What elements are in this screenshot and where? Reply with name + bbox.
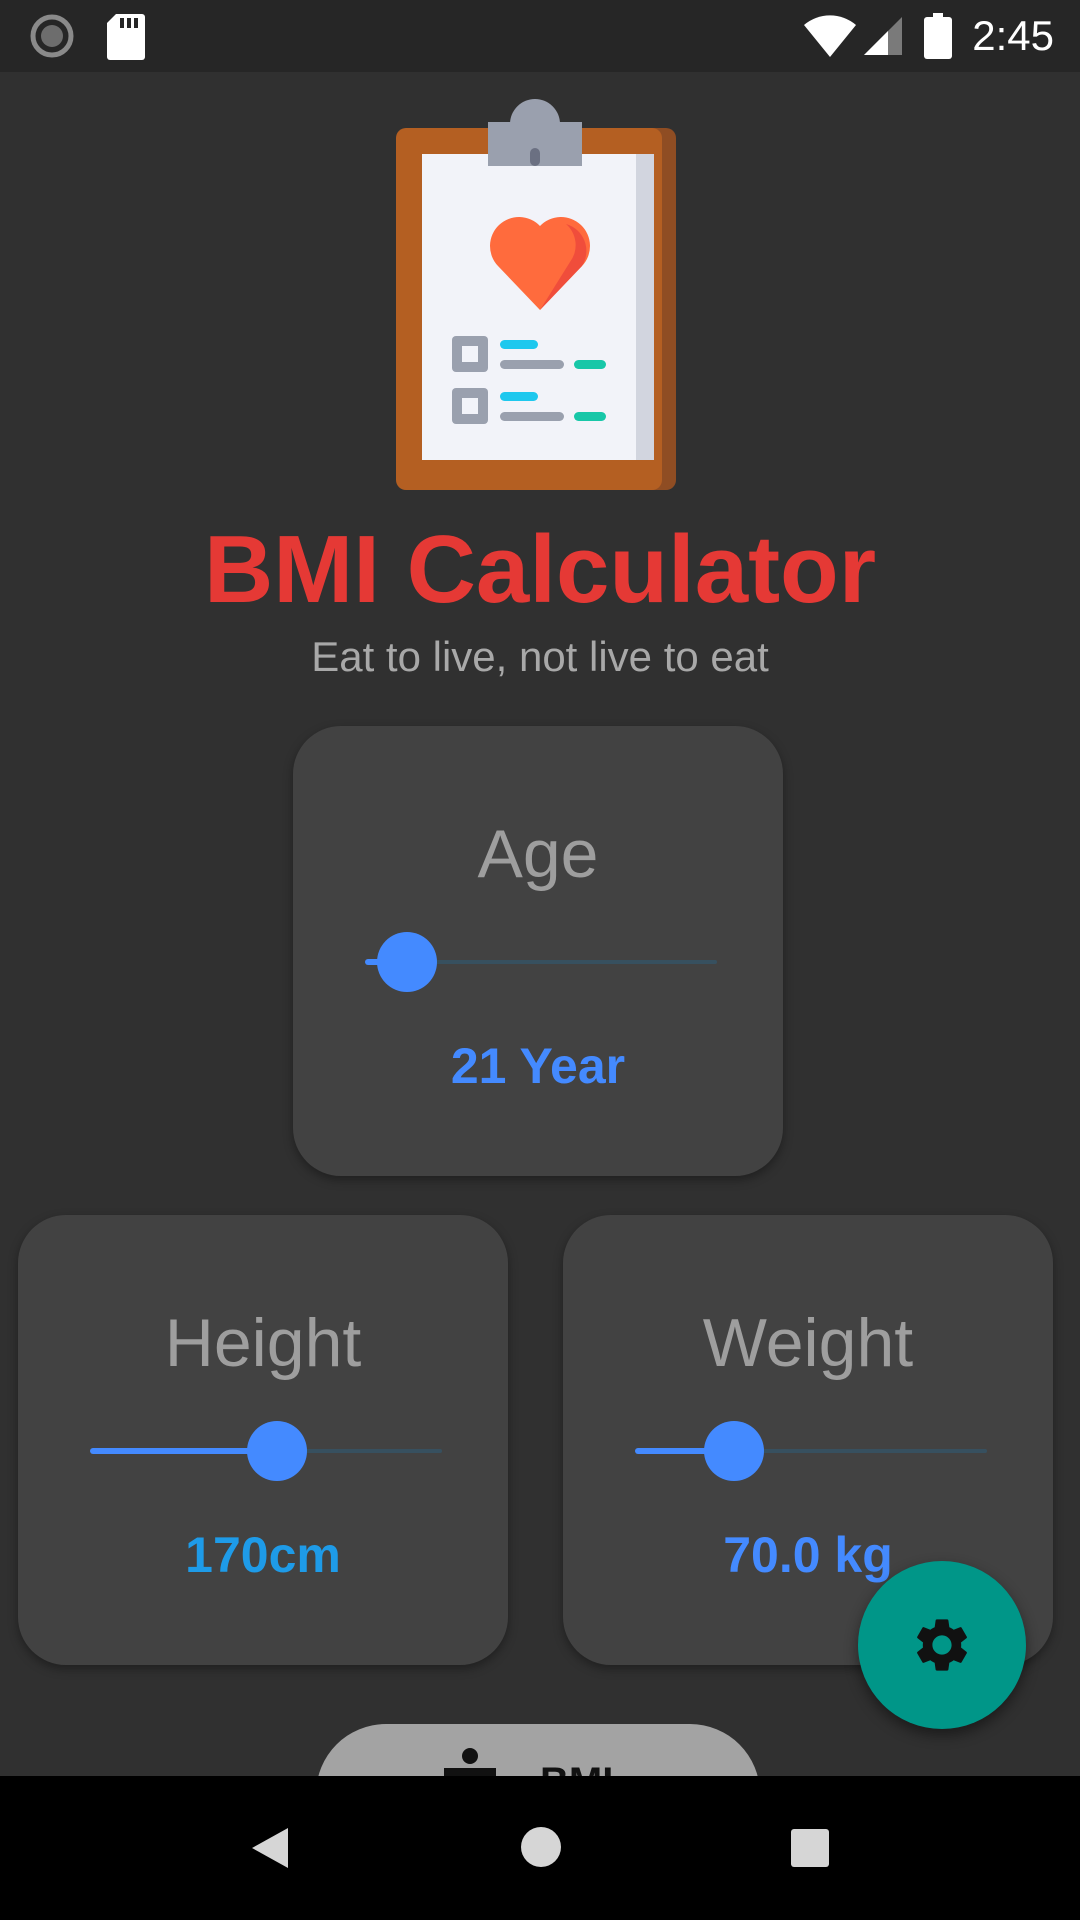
loading-indicator-icon — [30, 14, 74, 58]
settings-fab[interactable] — [858, 1561, 1026, 1729]
age-slider[interactable] — [365, 932, 717, 992]
battery-icon — [924, 13, 953, 59]
status-bar: 2:45 — [0, 0, 1080, 72]
sd-card-icon — [107, 14, 145, 60]
height-slider[interactable] — [90, 1421, 442, 1481]
height-card: Height 170cm — [18, 1215, 508, 1665]
home-icon[interactable] — [520, 1826, 562, 1868]
app-subtitle: Eat to live, not live to eat — [311, 633, 769, 680]
age-slider-thumb[interactable] — [377, 932, 438, 992]
weight-slider-thumb[interactable] — [703, 1421, 764, 1481]
cell-signal-icon — [864, 17, 903, 55]
height-label: Height — [164, 1305, 362, 1381]
age-value: 21 Year — [450, 1038, 626, 1094]
weight-label: Weight — [702, 1305, 914, 1381]
recent-apps-icon[interactable] — [790, 1828, 830, 1868]
navigation-bar — [0, 1776, 1080, 1920]
height-slider-thumb[interactable] — [246, 1421, 307, 1481]
status-time: 2:45 — [972, 12, 1054, 59]
app-title: BMI Calculator — [203, 516, 877, 623]
status-icons-group: 2:45 — [802, 0, 1080, 72]
back-icon[interactable] — [248, 1826, 290, 1870]
wifi-icon — [804, 15, 857, 57]
height-value: 170cm — [185, 1527, 341, 1583]
clipboard-heart-icon — [396, 99, 676, 490]
age-card: Age 21 Year — [293, 726, 783, 1176]
weight-slider[interactable] — [635, 1421, 987, 1481]
gear-icon — [917, 1619, 967, 1671]
age-label: Age — [477, 816, 599, 892]
